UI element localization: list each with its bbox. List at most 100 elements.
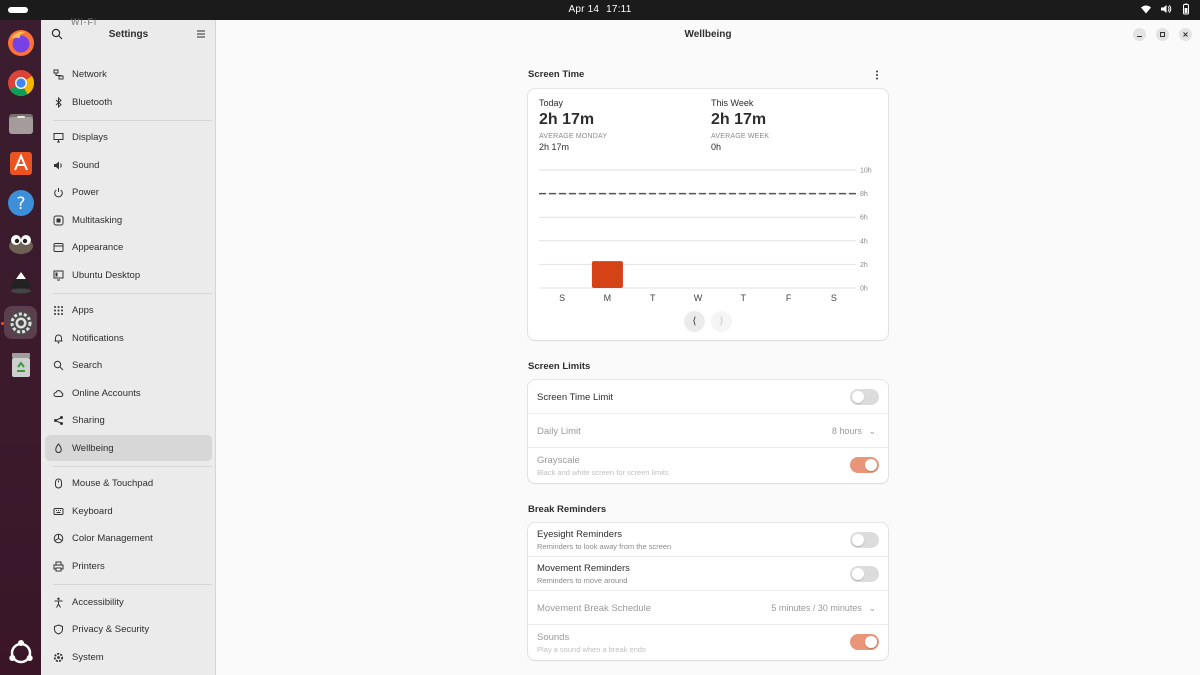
x-tick-label: W: [694, 293, 703, 303]
sounds-switch[interactable]: [850, 634, 879, 650]
x-tick-label: S: [831, 293, 837, 303]
screen-time-limit-row[interactable]: Screen Time Limit: [528, 380, 888, 414]
sidebar-item-label: Accessibility: [72, 596, 124, 608]
maximize-icon: [1160, 32, 1165, 37]
sounds-row[interactable]: Sounds Play a sound when a break ends: [528, 625, 888, 660]
y-tick-label: 8h: [860, 191, 868, 198]
sidebar-item-multitasking[interactable]: Multitasking: [45, 207, 212, 233]
movement-reminders-switch[interactable]: [850, 566, 879, 582]
sidebar-item-label: Wellbeing: [72, 442, 114, 454]
sidebar-item-label: Multitasking: [72, 214, 123, 226]
chevron-right-icon: ⟩: [719, 316, 724, 327]
maximize-button[interactable]: [1156, 28, 1169, 41]
grayscale-switch[interactable]: [850, 457, 879, 473]
sidebar-item-online-accounts[interactable]: Online Accounts: [45, 380, 212, 406]
movement-break-schedule-row[interactable]: Movement Break Schedule 5 minutes / 30 m…: [528, 591, 888, 625]
row-title: Movement Break Schedule: [537, 603, 652, 614]
search-icon: [53, 360, 64, 370]
sidebar-item-sound[interactable]: Sound: [45, 152, 212, 178]
y-tick-label: 0h: [860, 286, 868, 293]
sidebar-item-appearance[interactable]: Appearance: [45, 234, 212, 260]
sidebar-item-label: Displays: [72, 131, 108, 143]
page-title: Wellbeing: [684, 29, 732, 40]
sidebar-item-color-management[interactable]: Color Management: [45, 525, 212, 551]
dock-gimp[interactable]: [4, 226, 37, 259]
display-icon: [53, 132, 64, 142]
apps-icon: [54, 305, 63, 315]
sidebar-item-label: Notifications: [72, 332, 124, 344]
more-options-icon[interactable]: [872, 69, 882, 81]
row-subtitle: Black and white screen for screen limits: [537, 468, 669, 477]
eyesight-reminders-row[interactable]: Eyesight Reminders Reminders to look awa…: [528, 523, 888, 557]
sidebar-item-notifications[interactable]: Notifications: [45, 325, 212, 351]
y-tick-label: 4h: [860, 238, 868, 245]
settings-icon: [8, 310, 33, 335]
hamburger-menu-icon[interactable]: [195, 28, 207, 40]
sidebar-item-accessibility[interactable]: Accessibility: [45, 589, 212, 615]
x-tick-label: T: [741, 293, 747, 303]
sidebar-item-label: Search: [72, 359, 103, 371]
next-week-button[interactable]: ⟩: [711, 311, 732, 332]
dock-app-center[interactable]: [4, 146, 37, 179]
previous-week-button[interactable]: ⟨: [684, 311, 705, 332]
movement-reminders-row[interactable]: Movement Reminders Reminders to move aro…: [528, 557, 888, 591]
dock-firefox[interactable]: [4, 26, 37, 59]
sidebar-item-sharing[interactable]: Sharing: [45, 407, 212, 433]
sidebar-item-mouse-touchpad[interactable]: Mouse & Touchpad: [45, 470, 212, 496]
sidebar-item-wellbeing[interactable]: Wellbeing: [45, 435, 212, 461]
screen-time-limit-switch[interactable]: [850, 389, 879, 405]
sidebar-item-bluetooth[interactable]: Bluetooth: [45, 89, 212, 115]
dock-files[interactable]: [4, 106, 37, 139]
clock[interactable]: Apr 14 17:11: [0, 4, 1200, 15]
dock-settings[interactable]: [4, 306, 37, 339]
sidebar-item-printers[interactable]: Printers: [45, 553, 212, 579]
sidebar-item-search[interactable]: Search: [45, 352, 212, 378]
system-icon: [53, 652, 64, 662]
row-title: Movement Reminders: [537, 563, 630, 574]
dock-help[interactable]: ?: [4, 186, 37, 219]
eyesight-reminders-switch[interactable]: [850, 532, 879, 548]
sidebar-item-label: Privacy & Security: [72, 623, 150, 635]
sidebar-item-apps[interactable]: Apps: [45, 297, 212, 323]
chevron-down-icon: ⌄: [868, 603, 876, 613]
row-title: Eyesight Reminders: [537, 529, 623, 540]
minimize-button[interactable]: [1133, 28, 1146, 41]
sidebar-item-keyboard[interactable]: Keyboard: [45, 498, 212, 524]
chrome-icon: [7, 69, 34, 96]
sidebar-item-system[interactable]: System: [45, 644, 212, 670]
printer-icon: [53, 561, 64, 571]
svg-text:?: ?: [16, 194, 25, 214]
dock-trash[interactable]: [4, 348, 37, 381]
sidebar-item-power[interactable]: Power: [45, 179, 212, 205]
system-tray[interactable]: [1140, 3, 1192, 15]
row-title: Daily Limit: [537, 426, 581, 437]
dock-show-apps[interactable]: [4, 636, 37, 669]
ubuntu-desktop-icon: [53, 270, 64, 280]
appearance-icon: [53, 242, 64, 252]
privacy-icon: [54, 623, 63, 635]
daily-limit-dropdown[interactable]: 8 hours ⌄: [832, 426, 876, 437]
switch-knob: [852, 391, 864, 403]
dock-chrome[interactable]: [4, 66, 37, 99]
sidebar-item-privacy-security[interactable]: Privacy & Security: [45, 616, 212, 642]
wellbeing-icon: [55, 442, 62, 453]
close-button[interactable]: [1179, 28, 1192, 41]
sound-icon: [54, 161, 62, 169]
sidebar-separator: [53, 466, 212, 467]
minimize-icon: [1137, 36, 1142, 37]
sidebar-item-label: Online Accounts: [72, 387, 141, 399]
screen-time-heading: Screen Time: [528, 69, 585, 80]
sidebar-item-ubuntu-desktop[interactable]: Ubuntu Desktop: [45, 262, 212, 288]
sidebar-item-network[interactable]: Network: [45, 61, 212, 87]
break-reminders-heading: Break Reminders: [528, 504, 607, 515]
sidebar-item-displays[interactable]: Displays: [45, 124, 212, 150]
show-apps-icon: [8, 639, 33, 663]
wellbeing-page: Wellbeing Screen Time Today 2h 17m AVERA…: [216, 20, 1200, 675]
sidebar-item-label: Apps: [72, 304, 94, 316]
x-tick-label: F: [786, 293, 792, 303]
break-schedule-dropdown[interactable]: 5 minutes / 30 minutes ⌄: [771, 603, 876, 614]
daily-limit-row[interactable]: Daily Limit 8 hours ⌄: [528, 414, 888, 448]
grayscale-row[interactable]: Grayscale Black and white screen for scr…: [528, 448, 888, 483]
dock-inkscape[interactable]: [4, 266, 37, 299]
screen-limits-card: Screen Time Limit Daily Limit 8 hours ⌄ …: [528, 380, 888, 483]
